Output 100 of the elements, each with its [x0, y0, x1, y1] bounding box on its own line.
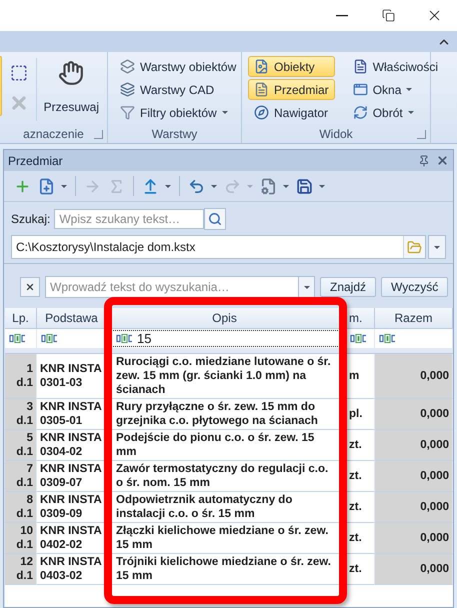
total-cell: 0,000: [420, 531, 449, 545]
save-icon: [296, 178, 313, 194]
caret-icon: [222, 111, 228, 114]
ribbon-button[interactable]: Warstwy obiektów: [114, 56, 242, 77]
row-number: 8: [26, 493, 33, 507]
dialog-launcher-icon[interactable]: [94, 130, 103, 139]
total-cell: 0,000: [420, 369, 449, 383]
total-cell: 0,000: [420, 500, 449, 514]
ribbon-button[interactable]: Obrót: [346, 102, 444, 123]
caret-icon: [434, 246, 440, 248]
folder-icon: [407, 240, 422, 254]
caret-icon: [406, 88, 412, 91]
clear-button[interactable]: Wyczyść: [381, 277, 448, 297]
row-sub-number: d.1: [16, 414, 33, 428]
text-filter-icon: [350, 334, 367, 343]
column-header[interactable]: Razem: [375, 308, 453, 329]
pin-icon: [418, 154, 430, 166]
selection-icon: [10, 64, 28, 82]
ribbon-button[interactable]: Warstwy CAD: [114, 79, 242, 100]
document-settings-icon: [260, 178, 277, 194]
open-folder-button[interactable]: [403, 236, 425, 258]
dialog-launcher-icon[interactable]: [417, 130, 426, 139]
description-cell-text: Trójniki kielichowe miedziane o śr. zew. 15 mm: [115, 555, 332, 584]
code-text: 0305-01: [40, 414, 82, 428]
text-filter-icon: [116, 334, 133, 343]
total-cell: 0,000: [420, 469, 449, 483]
row-sub-number: d.1: [16, 507, 33, 521]
basis-text: KNR INSTA: [40, 431, 102, 445]
compass-icon: [254, 105, 269, 120]
panel-title: Przedmiar: [8, 154, 64, 168]
ribbon-button[interactable]: Właściwości: [346, 56, 444, 77]
caret-icon: [211, 184, 217, 188]
caret-icon: [165, 184, 171, 188]
code-text: 0301-03: [40, 376, 82, 390]
ribbon-button[interactable]: Okna: [346, 79, 444, 100]
caret-icon: [408, 111, 414, 114]
pin-button[interactable]: [418, 154, 430, 166]
unit-cell: zt.: [349, 500, 362, 514]
code-text: 0309-07: [40, 476, 82, 490]
description-cell-text: Rurociągi c.o. miedziane lutowane o śr. zew. 15 mm (gr. ścianki 1.0 mm) na ścianach: [115, 355, 332, 398]
unit-cell: m: [349, 369, 360, 383]
row-sub-number: d.1: [16, 569, 33, 583]
group-label: Warstwy: [152, 127, 198, 141]
move-button[interactable]: Przesuwaj: [42, 56, 101, 125]
caret-icon: [283, 184, 289, 188]
basis-text: KNR INSTA: [40, 400, 102, 414]
text-filter-icon: [41, 334, 58, 343]
group-label: Widok: [319, 127, 353, 141]
close-panel-button[interactable]: [436, 154, 449, 167]
ribbon-button[interactable]: Nawigator: [248, 102, 335, 123]
column-header[interactable]: Podstawa: [37, 308, 107, 329]
undo-icon: [188, 178, 205, 194]
document-icon: [254, 59, 269, 74]
row-sub-number: d.1: [16, 376, 33, 390]
basis-text: KNR INSTA: [40, 462, 102, 476]
basis-text: KNR INSTA: [40, 362, 102, 376]
unit-cell: zt.: [349, 562, 362, 576]
row-number: 3: [26, 400, 33, 414]
unit-cell: zt.: [349, 438, 362, 452]
description-cell-text: Rury przyłączne o śr. zew. 15 mm do grzejnika c.o. płytowego na ścianach: [115, 400, 319, 429]
ribbon-button[interactable]: Przedmiar: [248, 79, 335, 100]
row-sub-number: d.1: [16, 538, 33, 552]
code-text: 0402-02: [40, 538, 82, 552]
column-header[interactable]: Lp.: [5, 308, 37, 329]
total-cell: 0,000: [420, 407, 449, 421]
file-path-field[interactable]: C:\Kosztorysy\Instalacje dom.kstx: [11, 235, 426, 259]
description-cell-text: Zawór termostatyczny do regulacji c.o. o śr. nom. 15 mm: [115, 462, 330, 491]
row-sub-number: d.1: [16, 445, 33, 459]
clear-button[interactable]: [20, 277, 40, 297]
filter-icon: [120, 105, 135, 120]
redo-icon: [224, 178, 241, 194]
total-cell: 0,000: [420, 562, 449, 576]
ribbon-button[interactable]: Filtry obiektów: [114, 102, 242, 123]
code-text: 0309-09: [40, 507, 82, 521]
row-number: 7: [26, 462, 33, 476]
description-cell-text: Odpowietrznik automatyczny do instalacji c.o. o śr. 15 mm: [115, 493, 294, 522]
caret-icon: [61, 184, 67, 188]
row-number: 1: [26, 362, 33, 376]
text-filter-icon: [9, 334, 26, 343]
close-icon: [436, 154, 449, 167]
window-icon: [352, 82, 368, 97]
group-label: aznaczenie: [23, 127, 84, 141]
description-cell-text: Podejście do pionu c.o. o śr. zew. 15 mm: [115, 431, 316, 460]
unit-cell: pl.: [349, 407, 362, 421]
find-field[interactable]: Wprowadź tekst do wyszukania…: [45, 276, 315, 298]
layers-icon: [120, 82, 135, 97]
search-label: Szukaj:: [11, 212, 50, 226]
find-button[interactable]: Znajdź: [320, 277, 376, 297]
basis-text: KNR INSTA: [40, 555, 102, 569]
minimize-icon: [336, 14, 348, 16]
caret-icon: [319, 184, 325, 188]
ribbon-button[interactable]: Obiekty: [248, 56, 335, 77]
search-button[interactable]: [204, 208, 226, 230]
search-icon: [208, 212, 222, 226]
caret-icon: [304, 286, 310, 288]
row-sub-number: d.1: [16, 476, 33, 490]
rotate-icon: [352, 105, 368, 120]
dropdown-button[interactable]: [298, 277, 314, 297]
unit-cell: zt.: [349, 469, 362, 483]
search-field[interactable]: Wpisz szukany tekst…: [54, 209, 204, 229]
